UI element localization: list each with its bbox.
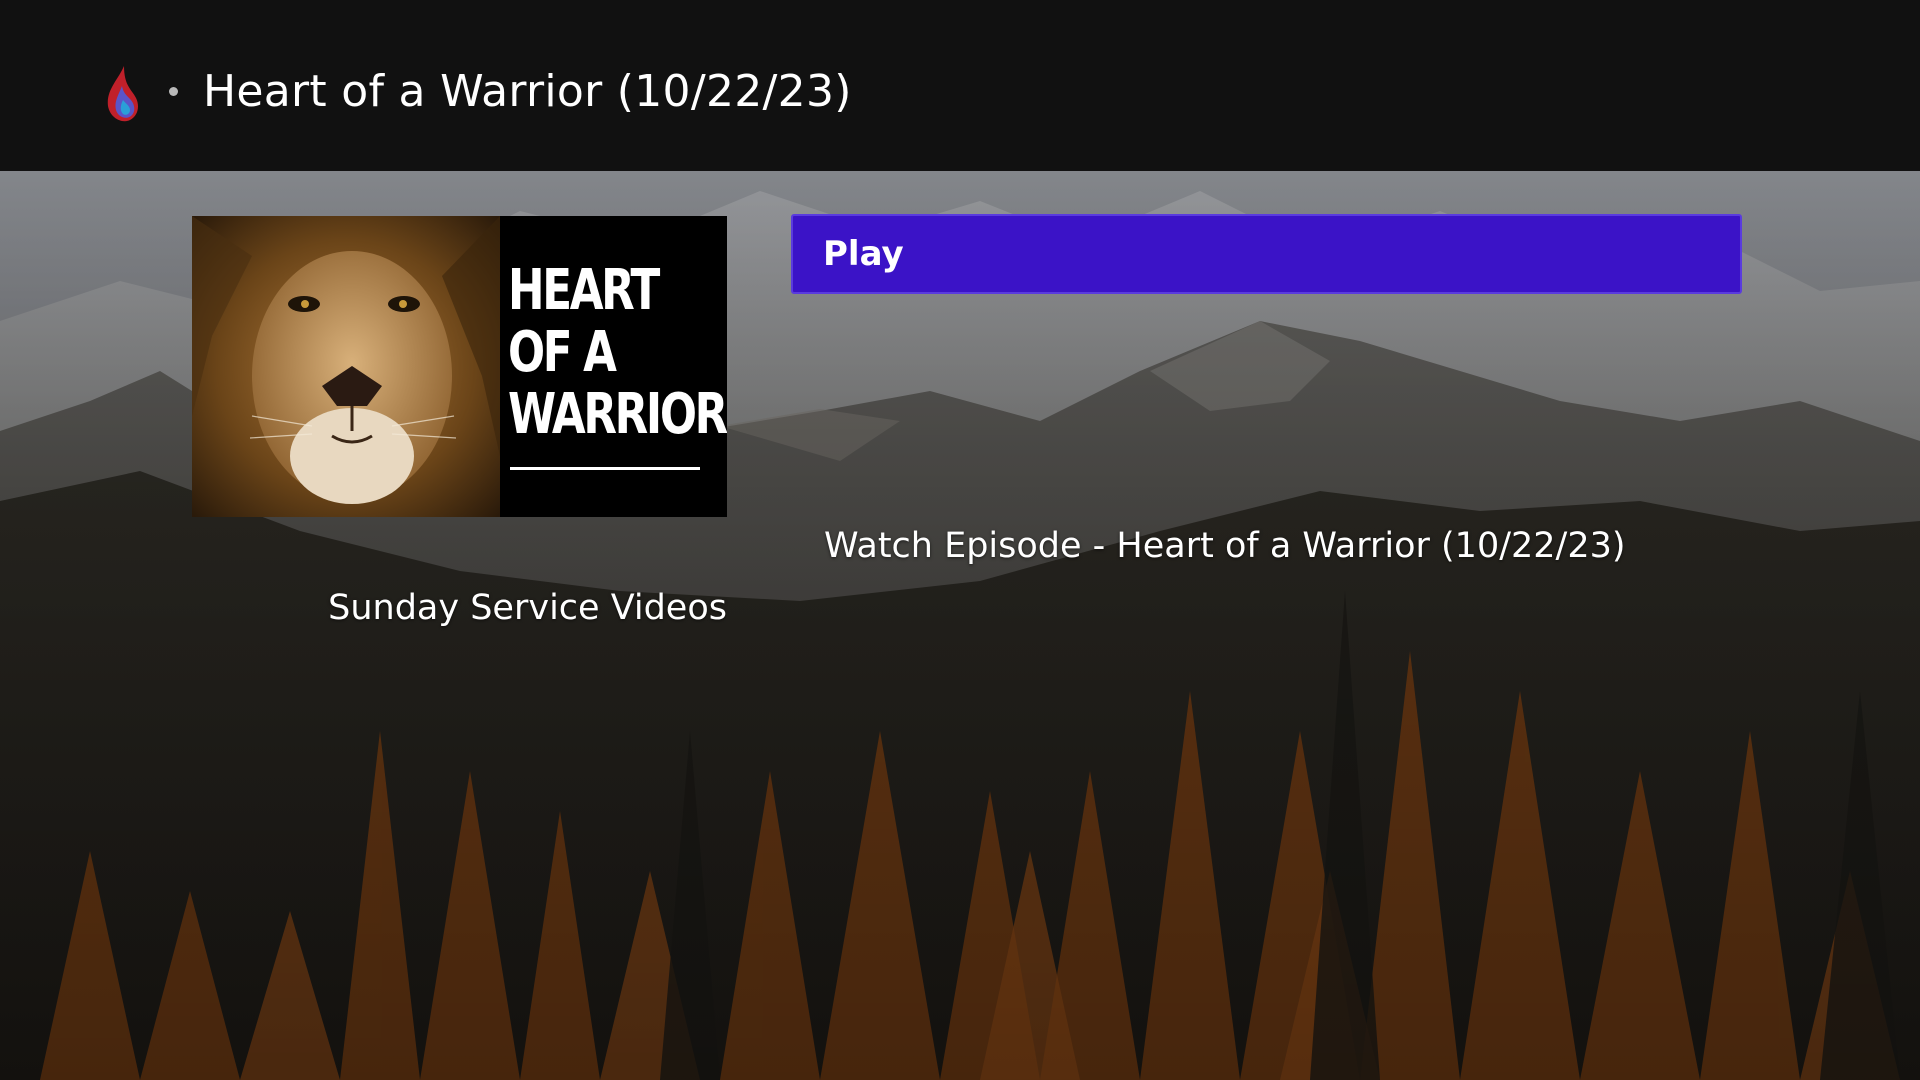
- top-header: Heart of a Warrior (10/22/23): [0, 0, 1920, 171]
- poster-title-line: OF A: [508, 320, 617, 385]
- poster-title: HEART OF A WARRIOR: [508, 258, 727, 447]
- poster-title-line: WARRIOR: [508, 382, 727, 447]
- poster-title-line: HEART: [508, 258, 660, 323]
- page-title: Heart of a Warrior (10/22/23): [203, 66, 852, 117]
- play-button[interactable]: Play: [791, 214, 1742, 294]
- category-label: Sunday Service Videos: [328, 588, 727, 628]
- play-button-label: Play: [823, 234, 904, 274]
- lion-face-image: [192, 216, 500, 517]
- details-screen: Heart of a Warrior (10/22/23) HEART OF A…: [0, 0, 1920, 1080]
- episode-description: Watch Episode - Heart of a Warrior (10/2…: [824, 526, 1626, 566]
- bullet-dot-icon: [169, 87, 178, 96]
- poster-underline: [510, 467, 700, 470]
- episode-poster: HEART OF A WARRIOR: [192, 216, 727, 517]
- flame-drop-icon: [102, 64, 142, 124]
